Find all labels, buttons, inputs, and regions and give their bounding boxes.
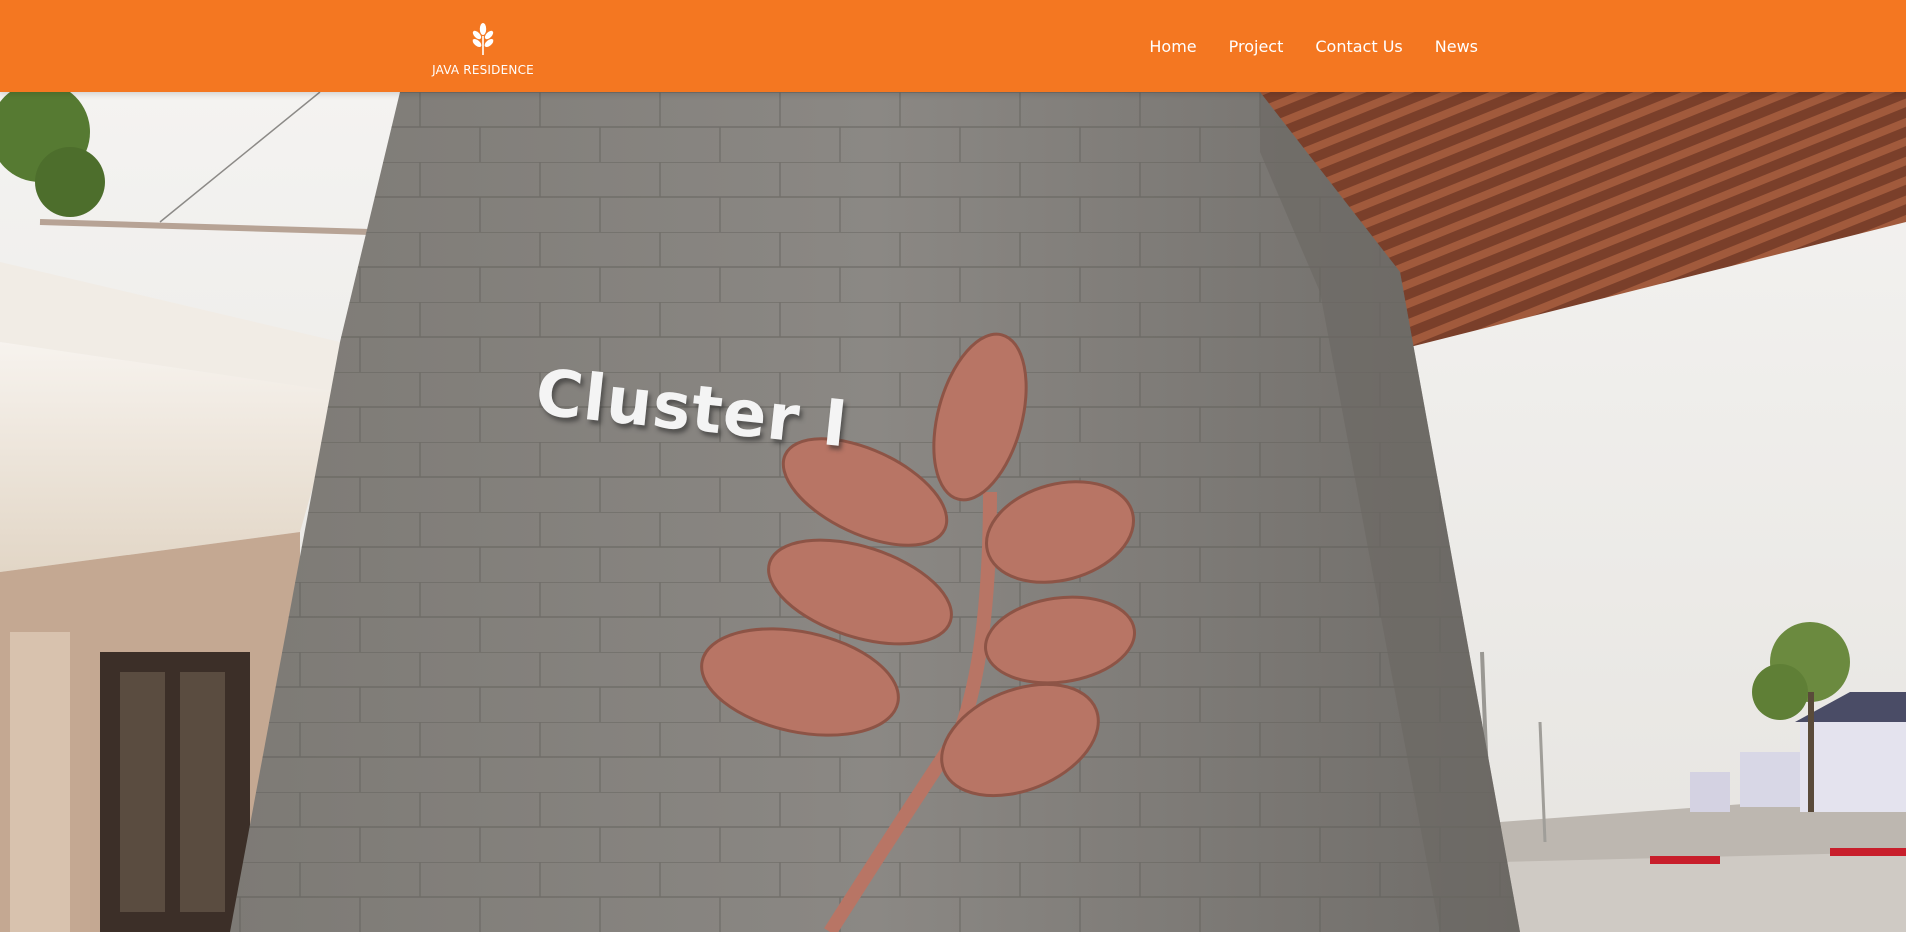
nav-home-link[interactable]: Home <box>1149 37 1196 56</box>
brand-logo-link[interactable]: JAVA RESIDENCE <box>420 22 546 77</box>
top-navbar: JAVA RESIDENCE Home Project Contact Us N… <box>0 0 1906 92</box>
nav-news-link[interactable]: News <box>1435 37 1478 56</box>
hero-banner-image: Cluster I <box>0 92 1906 932</box>
main-nav: Home Project Contact Us News <box>1149 0 1478 92</box>
nav-project-link[interactable]: Project <box>1229 37 1284 56</box>
brand-name: JAVA RESIDENCE <box>432 63 534 77</box>
leaf-icon <box>469 22 497 61</box>
nav-contact-us-link[interactable]: Contact Us <box>1315 37 1402 56</box>
